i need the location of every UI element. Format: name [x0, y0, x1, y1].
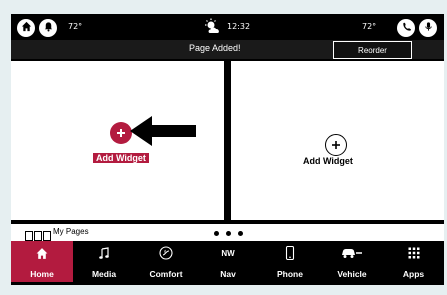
nav-item-phone[interactable]: Phone [259, 241, 321, 285]
nav-item-home[interactable]: Home [11, 241, 73, 285]
notifications-button[interactable] [39, 19, 57, 37]
bell-icon [43, 19, 54, 37]
phone-call-icon [401, 19, 412, 37]
page-added-banner: Page Added! Reorder [11, 40, 444, 59]
nav-label: Home [30, 269, 54, 279]
widget-slot-right[interactable]: Add Widget [231, 61, 444, 220]
nav-item-nav[interactable]: NW Nav [197, 241, 259, 285]
page-indicator [214, 231, 243, 236]
car-icon [341, 246, 363, 260]
page-dot[interactable] [214, 231, 219, 236]
voice-command-button[interactable] [419, 19, 437, 37]
nav-item-comfort[interactable]: Comfort [135, 241, 197, 285]
nav-label: Vehicle [337, 269, 367, 279]
plus-icon[interactable] [110, 122, 132, 144]
add-widget-label: Add Widget [303, 156, 353, 166]
clock: 12:32 [227, 22, 251, 31]
nav-label: Phone [277, 269, 303, 279]
widget-panels: Add Widget Add Widget [11, 59, 444, 222]
phone-call-button[interactable] [397, 19, 415, 37]
bottom-nav: Home Media Comfort NW Nav Phone Vehicle … [11, 241, 444, 285]
active-indicator [11, 282, 73, 285]
reorder-button[interactable]: Reorder [333, 41, 412, 59]
nav-label: Nav [220, 269, 236, 279]
nav-item-media[interactable]: Media [73, 241, 135, 285]
widget-slot-left[interactable]: Add Widget [11, 61, 224, 220]
cabin-temperature: 72° [362, 22, 377, 31]
phone-icon [285, 246, 295, 260]
page-dot[interactable] [238, 231, 243, 236]
home-shortcut-button[interactable] [17, 19, 35, 37]
nav-item-apps[interactable]: Apps [383, 241, 444, 285]
my-pages-row: My Pages [11, 224, 444, 241]
page-dot[interactable] [226, 231, 231, 236]
compass-icon: NW [221, 248, 235, 258]
head-unit-screen: 72° 12:32 72° Page Added! Reorder Add Wi… [11, 14, 444, 285]
home-icon [21, 19, 32, 37]
partly-cloudy-icon [202, 18, 224, 36]
banner-message: Page Added! [189, 43, 241, 53]
outside-temperature: 72° [68, 22, 83, 31]
nav-item-vehicle[interactable]: Vehicle [321, 241, 383, 285]
nav-label: Media [91, 269, 117, 279]
music-note-icon [98, 246, 110, 260]
seat-heat-icon [158, 246, 174, 260]
add-widget-label: Add Widget [93, 153, 149, 163]
status-bar: 72° 12:32 72° [11, 14, 444, 40]
nav-label: Comfort [149, 269, 183, 279]
my-pages-label[interactable]: My Pages [53, 227, 89, 236]
apps-grid-icon [408, 246, 420, 260]
arrow-pointer-icon [130, 114, 197, 153]
microphone-icon [423, 19, 434, 37]
home-icon [36, 246, 49, 260]
plus-icon[interactable] [325, 134, 347, 156]
nav-label: Apps [402, 269, 425, 279]
